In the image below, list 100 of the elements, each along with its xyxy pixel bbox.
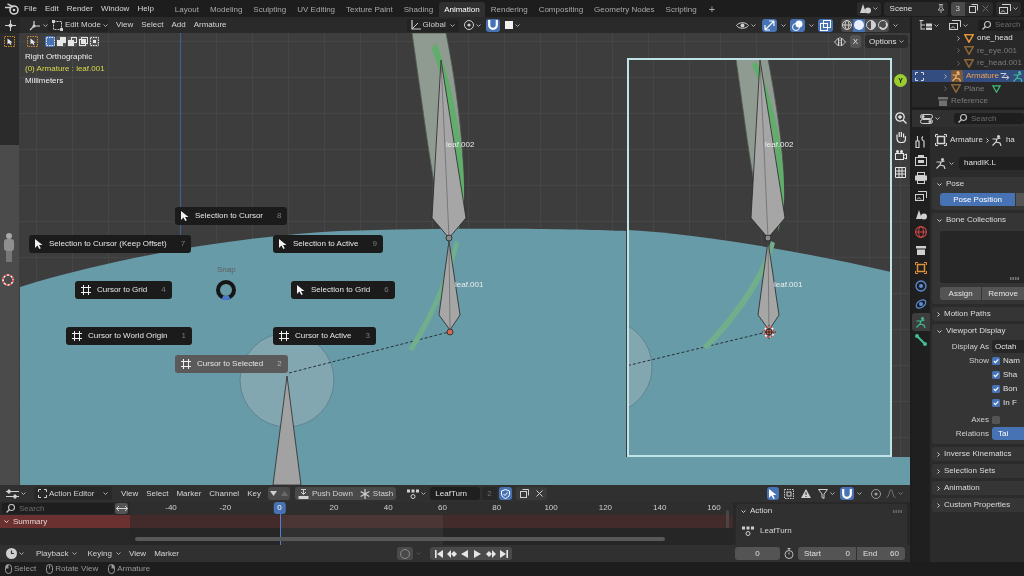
channel-row[interactable]: Summary xyxy=(0,515,130,528)
workspace-tab[interactable]: Compositing xyxy=(533,2,589,17)
swap-button[interactable] xyxy=(115,503,128,514)
pivot-dropdown[interactable] xyxy=(461,18,483,32)
chevron-icon[interactable] xyxy=(956,35,960,41)
editor-type-dropdown[interactable] xyxy=(4,547,26,560)
outliner-row[interactable]: Reference xyxy=(912,94,1024,107)
options-dropdown[interactable]: Options xyxy=(865,35,908,48)
checkbox[interactable] xyxy=(992,398,1000,407)
camera-icon[interactable] xyxy=(894,150,907,160)
workspace-tab[interactable]: Animation xyxy=(439,2,485,17)
panel-header[interactable]: Custom Properties xyxy=(932,498,1024,512)
menu-item[interactable]: View xyxy=(124,546,151,561)
user-count[interactable]: 3 xyxy=(950,1,965,16)
menu-item[interactable]: File xyxy=(20,1,41,16)
show-hidden-toggle[interactable] xyxy=(782,487,796,500)
pie-menu-item[interactable]: Cursor to Selected 2 xyxy=(175,355,288,373)
dot-circle-icon[interactable] xyxy=(871,488,881,499)
menu-item[interactable]: Help xyxy=(133,1,158,16)
mirror-axis-toggle[interactable]: X xyxy=(849,35,861,48)
outliner-row[interactable]: Plane xyxy=(912,82,1024,95)
workspace-tab[interactable]: Rendering xyxy=(485,2,533,17)
snap-target-dropdown[interactable] xyxy=(502,18,522,32)
collection-button[interactable]: Assign xyxy=(940,287,982,300)
gizmo-toggle[interactable] xyxy=(762,18,777,32)
properties-tab[interactable] xyxy=(912,331,930,349)
duplicate-button[interactable] xyxy=(517,487,531,500)
caret-icon[interactable] xyxy=(857,492,862,495)
orientation-dropdown[interactable]: Global xyxy=(406,18,459,32)
chevron-icon[interactable] xyxy=(943,73,947,79)
panel-header[interactable]: Inverse Kinematics xyxy=(932,447,1024,461)
properties-tab[interactable] xyxy=(912,259,930,277)
pie-menu-item[interactable]: Selection to Active 9 xyxy=(273,235,383,253)
menu-item[interactable]: Add xyxy=(167,18,190,32)
pie-menu-item[interactable]: Selection to Cursor (Keep Offset) 7 xyxy=(29,235,192,253)
collection-button[interactable]: Remove xyxy=(982,287,1024,300)
workspace-tab[interactable]: Sculpting xyxy=(248,2,292,17)
app-logo-icon[interactable] xyxy=(5,2,19,15)
selection-mode-button[interactable] xyxy=(78,36,88,47)
outliner-row[interactable]: re_eye.001 xyxy=(912,44,1024,58)
mode-dropdown[interactable]: Edit Mode xyxy=(48,18,108,32)
start-frame-field[interactable]: Start 0 xyxy=(798,547,856,560)
pie-menu-item[interactable]: Selection to Cursor 8 xyxy=(175,207,288,225)
falloff-dropdown[interactable] xyxy=(884,487,905,500)
pie-menu-item[interactable]: Selection to Grid 6 xyxy=(291,281,395,299)
hand-icon[interactable] xyxy=(895,131,906,143)
panel-header[interactable]: Motion Paths xyxy=(932,307,1024,321)
add-workspace-button[interactable]: + xyxy=(702,2,722,17)
running-figure-icon[interactable] xyxy=(1013,70,1024,82)
playback-button[interactable] xyxy=(460,547,470,560)
panel-header[interactable]: Pose xyxy=(932,177,1024,191)
checkbox[interactable] xyxy=(992,384,1000,393)
properties-tab[interactable] xyxy=(912,313,930,331)
current-frame-field[interactable]: 0 xyxy=(735,547,780,560)
checkbox[interactable] xyxy=(992,370,1000,379)
shading-mode-button[interactable] xyxy=(865,18,877,32)
menu-item[interactable]: Window xyxy=(96,1,134,16)
scrollbar[interactable] xyxy=(135,537,665,541)
panel-header[interactable]: Action xyxy=(736,504,907,518)
copy-icon[interactable] xyxy=(969,4,978,13)
menu-item[interactable]: View xyxy=(117,486,143,501)
shading-mode-button[interactable] xyxy=(841,18,853,32)
menu-dropdown[interactable]: Playback xyxy=(32,547,82,560)
menu-item[interactable]: Select xyxy=(137,18,168,32)
mirror-icon[interactable] xyxy=(833,36,846,47)
only-errors-toggle[interactable] xyxy=(799,487,813,500)
editor-type-dropdown[interactable] xyxy=(27,18,47,32)
select-tool-icon[interactable] xyxy=(27,36,38,47)
selection-mode-button[interactable] xyxy=(56,36,66,47)
selection-mode-button[interactable] xyxy=(45,36,55,47)
outliner-row[interactable]: one_head xyxy=(912,32,1024,45)
end-frame-field[interactable]: End 60 xyxy=(857,547,905,560)
selection-mode-button[interactable] xyxy=(89,36,99,47)
overlay-toggle[interactable] xyxy=(790,18,805,32)
caret-icon[interactable] xyxy=(809,23,814,27)
view-layer-dropdown[interactable] xyxy=(996,1,1021,16)
menu-item[interactable]: View xyxy=(112,18,138,32)
editor-type-dropdown[interactable] xyxy=(4,487,28,500)
menu-item[interactable]: Key xyxy=(243,486,265,501)
xray-toggle[interactable] xyxy=(818,18,833,32)
workspace-tab[interactable]: UV Editing xyxy=(292,2,341,17)
stopwatch-icon[interactable] xyxy=(784,548,794,559)
filter-dropdown[interactable] xyxy=(816,487,837,500)
selection-mode-button[interactable] xyxy=(67,36,77,47)
action-browse-dropdown[interactable] xyxy=(405,487,429,500)
grip-icon[interactable] xyxy=(1010,277,1019,280)
crosshair-icon[interactable] xyxy=(4,19,16,31)
grid-icon[interactable] xyxy=(895,167,906,178)
scene-type-dropdown[interactable] xyxy=(856,1,881,16)
panel-header[interactable]: Bone Collections xyxy=(932,213,1024,227)
snap-toggle[interactable] xyxy=(840,487,854,500)
push-down-button[interactable]: Push Down xyxy=(294,487,356,500)
pie-menu-item[interactable]: Cursor to Grid 4 xyxy=(75,281,172,299)
stash-button[interactable]: Stash xyxy=(356,487,397,500)
fake-user-toggle[interactable] xyxy=(498,487,512,500)
outliner-row[interactable]: re_head.001 xyxy=(912,57,1024,70)
playback-button[interactable] xyxy=(499,547,509,560)
menu-item[interactable]: Marker xyxy=(150,546,184,561)
outliner-row[interactable]: Armature xyxy=(912,69,1024,83)
close-icon[interactable] xyxy=(982,5,989,12)
